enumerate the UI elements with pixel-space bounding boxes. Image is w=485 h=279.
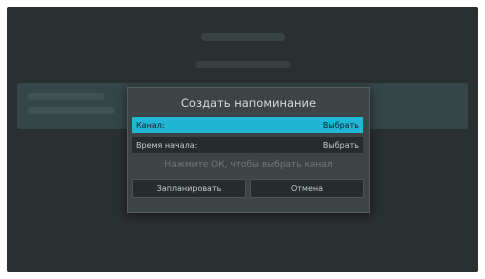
blurred-item-text xyxy=(27,107,115,114)
channel-label: Канал: xyxy=(136,120,165,130)
start-time-value: Выбрать xyxy=(322,140,359,150)
channel-row[interactable]: Канал: Выбрать xyxy=(132,117,363,133)
background-page-title xyxy=(7,29,478,47)
background-subtitle xyxy=(7,59,478,71)
start-time-row[interactable]: Время начала: Выбрать xyxy=(132,137,363,153)
create-reminder-dialog: Создать напоминание Канал: Выбрать Время… xyxy=(127,87,370,213)
hint-text: Нажмите ОК, чтобы выбрать канал xyxy=(164,160,333,170)
start-time-label: Время начала: xyxy=(136,140,198,150)
blurred-title-text xyxy=(200,33,285,41)
blurred-item-text xyxy=(27,93,105,100)
schedule-button[interactable]: Запланировать xyxy=(132,179,246,198)
cancel-button[interactable]: Отмена xyxy=(250,179,364,198)
dialog-title: Создать напоминание xyxy=(180,96,317,110)
channel-value: Выбрать xyxy=(322,120,359,130)
blurred-subtitle-text xyxy=(194,61,291,68)
tv-screen: Создать напоминание Канал: Выбрать Время… xyxy=(7,7,478,272)
